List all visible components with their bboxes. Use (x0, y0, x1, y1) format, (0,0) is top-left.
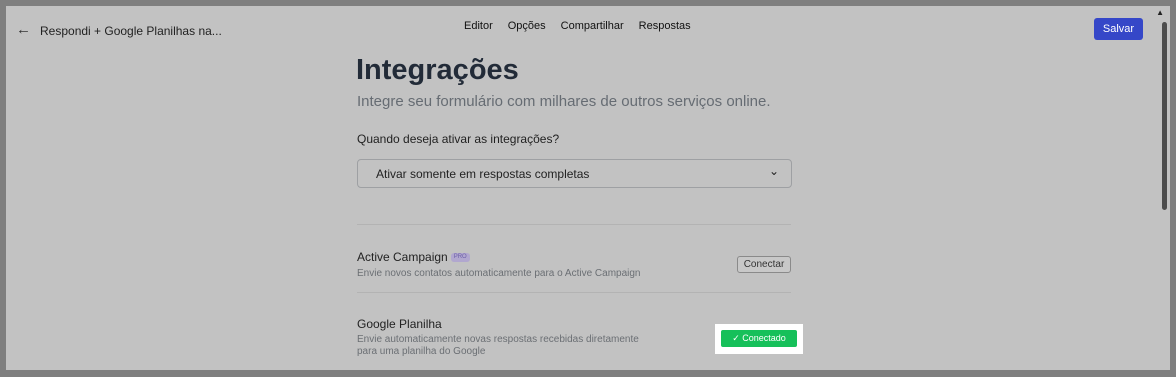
back-arrow-icon[interactable]: ← (16, 22, 31, 37)
activation-select[interactable]: Ativar somente em respostas completas ⌄ (357, 159, 792, 188)
description-line: Envie automaticamente novas respostas re… (357, 334, 639, 345)
connected-highlight: ✓ Conectado (715, 324, 803, 354)
top-nav: Editor Opções Compartilhar Respostas (464, 20, 691, 32)
nav-compartilhar[interactable]: Compartilhar (561, 20, 624, 32)
activation-select-value: Ativar somente em respostas completas (376, 167, 590, 181)
form-title: Respondi + Google Planilhas na... (40, 24, 222, 38)
description-line: para uma planilha do Google (357, 346, 486, 357)
integration-description-active-campaign: Envie novos contatos automaticamente par… (357, 268, 641, 279)
page-title: Integrações (356, 54, 519, 86)
save-button[interactable]: Salvar (1094, 18, 1143, 40)
nav-respostas[interactable]: Respostas (639, 20, 691, 32)
page-subtitle: Integre seu formulário com milhares de o… (357, 93, 771, 110)
scroll-up-icon[interactable]: ▲ (1156, 8, 1164, 17)
connect-active-campaign-button[interactable]: Conectar (737, 256, 791, 273)
nav-opcoes[interactable]: Opções (508, 20, 546, 32)
app-window: ← Respondi + Google Planilhas na... Edit… (6, 6, 1170, 370)
top-bar: ← Respondi + Google Planilhas na... Edit… (6, 6, 1170, 52)
integration-name-google-sheets: Google Planilha (357, 317, 442, 331)
activation-question: Quando deseja ativar as integrações? (357, 132, 560, 146)
connected-google-sheets-button[interactable]: ✓ Conectado (721, 330, 797, 347)
integration-description-google-sheets: Envie automaticamente novas respostas re… (357, 334, 639, 358)
pro-badge: PRO (450, 253, 470, 263)
nav-editor[interactable]: Editor (464, 20, 493, 32)
integration-name-active-campaign: Active Campaign PRO (357, 250, 470, 264)
divider (357, 224, 791, 225)
divider (357, 292, 791, 293)
chevron-down-icon: ⌄ (768, 164, 779, 178)
scrollbar-thumb[interactable] (1162, 22, 1167, 210)
integration-name-label: Active Campaign (357, 250, 448, 264)
